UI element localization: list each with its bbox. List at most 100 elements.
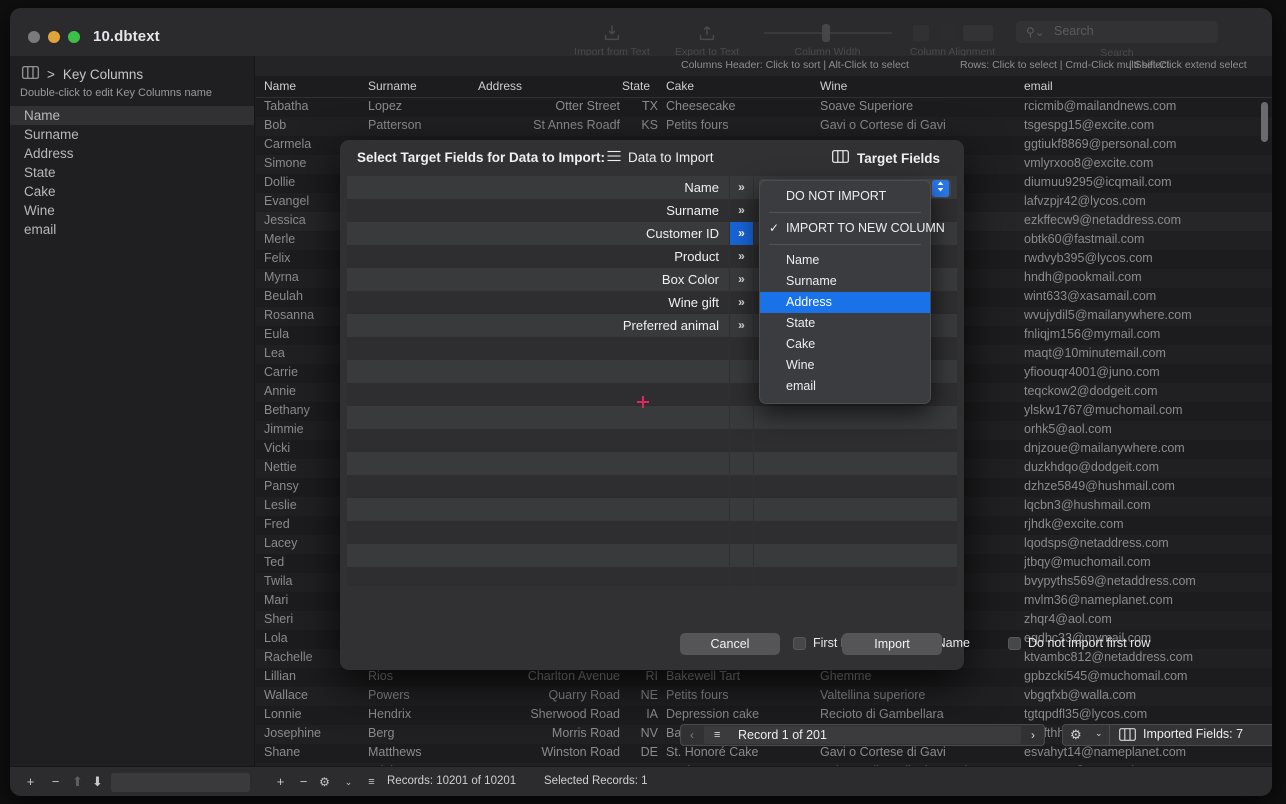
table-row[interactable]: TabathaLopezOtter StreetTXCheesecakeSoav…: [256, 98, 1272, 117]
column-header-state[interactable]: State: [622, 79, 658, 93]
vertical-scrollbar[interactable]: [1261, 102, 1268, 142]
minimize-button[interactable]: [48, 31, 60, 43]
remove-record-button[interactable]: −: [295, 774, 312, 791]
source-fields-list[interactable]: NameSurnameCustomer IDProductBox ColorWi…: [347, 176, 729, 586]
record-navigator[interactable]: ‹ ≡ Record 1 of 201 ›: [680, 724, 1045, 746]
target-field-row[interactable]: [754, 475, 957, 498]
map-arrow-button[interactable]: [730, 360, 753, 383]
map-arrow-button[interactable]: [730, 452, 753, 475]
record-indicator-field[interactable]: ≡ Record 1 of 201: [704, 726, 1021, 744]
checkbox-box[interactable]: [1008, 637, 1021, 650]
remove-row-button[interactable]: −: [47, 774, 64, 791]
source-field-row[interactable]: Surname: [347, 199, 729, 222]
map-arrow-button[interactable]: »: [730, 176, 753, 199]
target-field-row[interactable]: [754, 406, 957, 429]
source-field-row[interactable]: Name: [347, 176, 729, 199]
column-header-surname[interactable]: Surname: [368, 79, 478, 93]
slider-icon[interactable]: [755, 18, 900, 48]
menu-item-do-not-import[interactable]: DO NOT IMPORT: [760, 186, 930, 207]
cancel-button[interactable]: Cancel: [680, 633, 780, 655]
move-up-button[interactable]: ⬆: [69, 774, 86, 791]
target-field-dropdown-menu[interactable]: DO NOT IMPORT ✓IMPORT TO NEW COLUMN NameSu…: [759, 180, 931, 404]
table-row[interactable]: ShaneMatthewsWinston RoadDESt. Honoré Ca…: [256, 744, 1272, 763]
map-arrow-button[interactable]: [730, 406, 753, 429]
menu-item-address[interactable]: Address: [760, 292, 930, 313]
source-field-row[interactable]: [347, 383, 729, 406]
target-field-row[interactable]: [754, 567, 957, 586]
map-arrow-button[interactable]: »: [730, 268, 753, 291]
map-arrow-button[interactable]: [730, 383, 753, 406]
map-arrow-button[interactable]: [730, 521, 753, 544]
sidebar-item-email[interactable]: email: [10, 220, 254, 239]
source-field-row[interactable]: Box Color: [347, 268, 729, 291]
column-header-name[interactable]: Name: [264, 79, 362, 93]
sidebar-item-address[interactable]: Address: [10, 144, 254, 163]
sidebar-item-cake[interactable]: Cake: [10, 182, 254, 201]
previous-record-button[interactable]: ‹: [681, 725, 703, 745]
map-arrow-button[interactable]: [730, 475, 753, 498]
move-down-button[interactable]: ⬇: [89, 774, 106, 791]
gear-icon[interactable]: ⚙: [1070, 727, 1082, 743]
map-arrow-button[interactable]: [730, 337, 753, 360]
target-field-row[interactable]: [754, 521, 957, 544]
import-button[interactable]: Import: [842, 633, 942, 655]
map-arrow-button[interactable]: »: [730, 314, 753, 337]
chevron-down-icon[interactable]: ⌄: [340, 774, 357, 791]
map-arrow-button[interactable]: »: [730, 245, 753, 268]
target-field-row[interactable]: [754, 498, 957, 521]
menu-item-wine[interactable]: Wine: [760, 355, 930, 376]
sidebar-item-wine[interactable]: Wine: [10, 201, 254, 220]
source-field-row[interactable]: [347, 360, 729, 383]
source-field-row[interactable]: [347, 452, 729, 475]
close-button[interactable]: [28, 31, 40, 43]
menu-item-surname[interactable]: Surname: [760, 271, 930, 292]
source-field-row[interactable]: [347, 544, 729, 567]
source-field-row[interactable]: [347, 475, 729, 498]
next-record-button[interactable]: ›: [1022, 725, 1044, 745]
source-field-row[interactable]: Customer ID: [347, 222, 729, 245]
list-icon[interactable]: ≡: [363, 774, 380, 791]
toolbar-export-to-text[interactable]: Export to Text: [665, 18, 749, 58]
map-arrow-button[interactable]: »: [730, 222, 753, 245]
zoom-button[interactable]: [68, 31, 80, 43]
source-field-row[interactable]: [347, 567, 729, 586]
column-header-cake[interactable]: Cake: [666, 79, 816, 93]
column-header-wine[interactable]: Wine: [820, 79, 1016, 93]
source-field-row[interactable]: Preferred animal: [347, 314, 729, 337]
table-row[interactable]: BobPattersonSt Annes RoadfKSPetits fours…: [256, 117, 1272, 136]
alignment-icon[interactable]: [890, 18, 1015, 48]
map-arrow-button[interactable]: [730, 498, 753, 521]
menu-item-cake[interactable]: Cake: [760, 334, 930, 355]
map-arrow-button[interactable]: »: [730, 291, 753, 314]
menu-item-name[interactable]: Name: [760, 250, 930, 271]
sidebar-name-field[interactable]: [111, 773, 250, 792]
source-field-row[interactable]: [347, 337, 729, 360]
column-header-address[interactable]: Address: [478, 79, 620, 93]
table-row[interactable]: WallacePowersQuarry RoadNEPetits foursVa…: [256, 687, 1272, 706]
menu-item-state[interactable]: State: [760, 313, 930, 334]
source-field-row[interactable]: [347, 521, 729, 544]
toolbar-column-alignment[interactable]: Column Alignment: [890, 18, 1015, 58]
target-field-row[interactable]: [754, 452, 957, 475]
do-not-import-first-row-checkbox[interactable]: Do not import first row: [1008, 636, 1150, 650]
chevron-down-icon[interactable]: ⌄: [1095, 728, 1103, 739]
imported-fields-group[interactable]: ⚙ ⌄ Imported Fields: 7: [1062, 724, 1272, 746]
target-field-row[interactable]: [754, 429, 957, 452]
table-header-row[interactable]: Name SurnameAddressState Cake Wine email: [256, 76, 1272, 98]
source-field-row[interactable]: [347, 498, 729, 521]
add-row-button[interactable]: +: [22, 774, 39, 791]
menu-item-import-to-new-column[interactable]: ✓IMPORT TO NEW COLUMN: [760, 218, 930, 239]
add-record-button[interactable]: +: [272, 774, 289, 791]
table-row[interactable]: LillianRiosCharlton AvenueRIBakewell Tar…: [256, 668, 1272, 687]
source-field-row[interactable]: [347, 429, 729, 452]
table-row[interactable]: LonnieHendrixSherwood RoadIADepression c…: [256, 706, 1272, 725]
source-field-row[interactable]: Wine gift: [347, 291, 729, 314]
sidebar-item-state[interactable]: State: [10, 163, 254, 182]
mapping-arrow-column[interactable]: »»»»»»»: [730, 176, 753, 586]
toolbar-import-from-text[interactable]: Import from Text: [570, 18, 654, 58]
sidebar-item-name[interactable]: Name: [10, 106, 254, 125]
map-arrow-button[interactable]: [730, 567, 753, 586]
column-header-email[interactable]: email: [1024, 79, 1264, 93]
map-arrow-button[interactable]: [730, 429, 753, 452]
source-field-row[interactable]: Product: [347, 245, 729, 268]
